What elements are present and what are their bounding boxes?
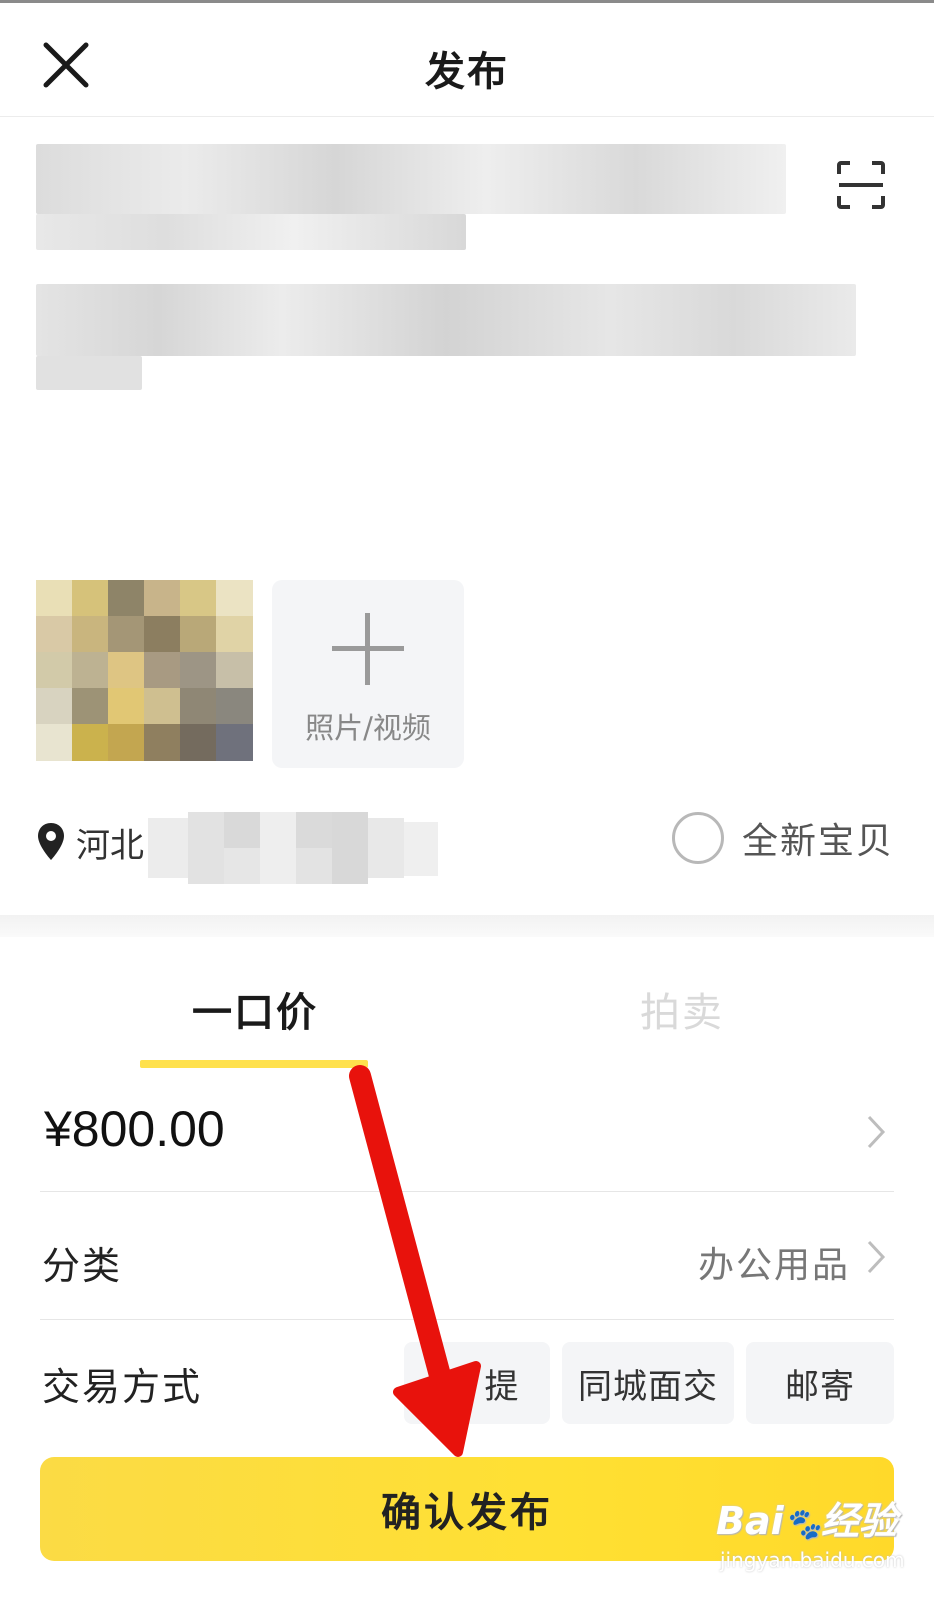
chevron-right-icon	[867, 1240, 886, 1274]
photo-thumbnail[interactable]	[36, 580, 254, 764]
pricing-tabs: 一口价 拍卖	[0, 940, 934, 1070]
price-value: ¥800.00	[44, 1101, 225, 1157]
add-photo-video-button[interactable]: 照片/视频	[272, 580, 464, 768]
watermark-logo: Bai🐾经验	[716, 1499, 898, 1543]
trade-option-pickup[interactable]: 提	[404, 1342, 550, 1424]
new-item-toggle[interactable]: 全新宝贝	[672, 812, 894, 864]
watermark-url: jingyan.baidu.com	[720, 1548, 905, 1572]
category-label: 分类	[42, 1244, 123, 1288]
page-title: 发布	[425, 49, 509, 95]
category-row[interactable]: 分类 办公用品	[40, 1193, 894, 1320]
add-media-label: 照片/视频	[305, 711, 431, 745]
scan-button[interactable]	[836, 160, 886, 210]
location-pin-icon	[38, 823, 64, 860]
trade-option-local-label: 同城面交	[578, 1366, 718, 1407]
category-value: 办公用品	[697, 1245, 850, 1286]
location-detail-blurred	[148, 812, 438, 884]
section-divider	[0, 915, 934, 937]
trade-option-local-meetup[interactable]: 同城面交	[562, 1342, 734, 1424]
price-row[interactable]: ¥800.00	[40, 1072, 894, 1192]
chevron-right-icon	[867, 1115, 886, 1149]
active-tab-indicator	[140, 1060, 368, 1068]
radio-icon	[672, 812, 724, 864]
trade-option-mail-label: 邮寄	[785, 1366, 855, 1407]
trade-option-pickup-label: 提	[484, 1366, 520, 1407]
header-bar: 发布	[0, 3, 934, 117]
location-selector[interactable]: 河北	[36, 812, 438, 884]
tab-fixed-price[interactable]: 一口价	[192, 980, 318, 1038]
baidu-jingyan-watermark: Bai🐾经验 jingyan.baidu.com	[716, 1490, 916, 1590]
description-input[interactable]	[0, 118, 934, 558]
confirm-publish-label: 确认发布	[381, 1490, 553, 1536]
new-item-label: 全新宝贝	[742, 821, 895, 862]
trade-option-mail[interactable]: 邮寄	[746, 1342, 894, 1424]
tab-auction[interactable]: 拍卖	[640, 980, 724, 1038]
scan-icon	[837, 161, 885, 209]
trade-method-label: 交易方式	[42, 1365, 203, 1409]
location-text: 河北	[76, 825, 144, 866]
